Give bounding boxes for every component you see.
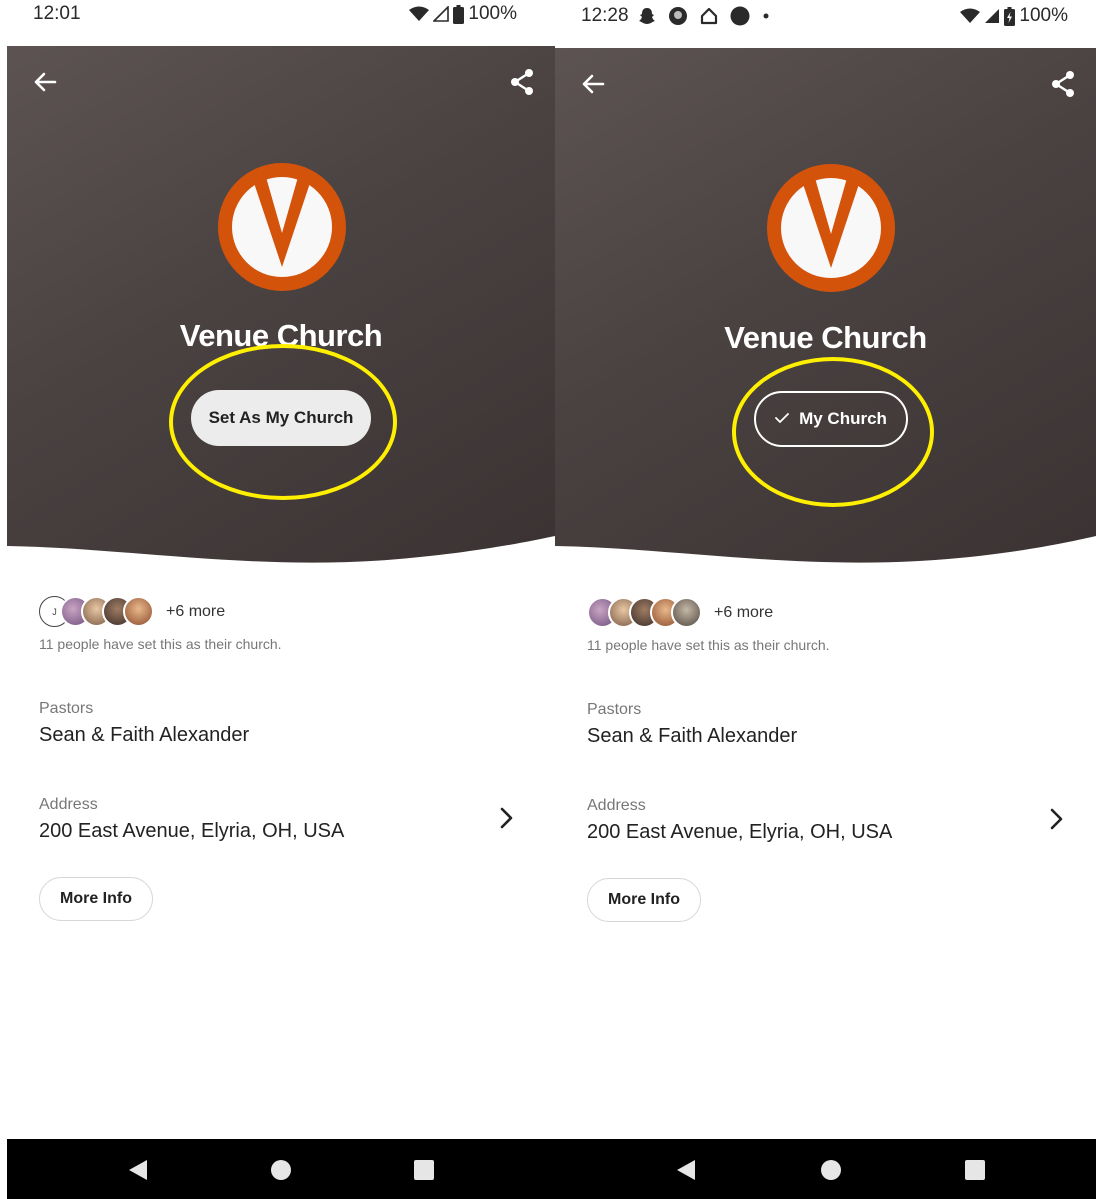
status-bar: 12:01 100% [7,0,555,46]
church-name: Venue Church [724,320,927,355]
status-bar: 12:28 100% [555,0,1096,48]
nav-back-icon[interactable] [675,1159,697,1181]
chevron-right-icon[interactable] [1047,806,1067,832]
battery-percent: 100% [468,3,517,24]
nav-back-icon[interactable] [127,1159,149,1181]
nav-recents-icon[interactable] [413,1159,435,1181]
members-row[interactable]: +6 more [587,597,773,628]
address-label: Address [587,797,646,814]
members-caption: 11 people have set this as their church. [39,636,282,652]
back-arrow-icon[interactable] [579,70,607,98]
wifi-icon [960,8,981,24]
notification-icons [638,6,770,26]
avatar-stack [587,597,702,628]
checkmark-icon [775,409,789,429]
pastors-value: Sean & Faith Alexander [587,725,798,747]
pastors-label: Pastors [39,700,94,717]
status-time: 12:01 [33,3,81,24]
more-info-button[interactable]: More Info [39,877,153,921]
address-value[interactable]: 200 East Avenue, Elyria, OH, USA [39,820,344,843]
chevron-right-icon[interactable] [497,805,517,831]
header-wave [7,536,555,566]
church-header: Venue Church Set As My Church [7,46,555,566]
my-church-label: My Church [799,409,887,428]
more-info-button[interactable]: More Info [587,878,701,922]
church-logo [767,164,895,292]
signal-icon [433,6,450,22]
address-value[interactable]: 200 East Avenue, Elyria, OH, USA [587,821,892,844]
avatar-stack: J [39,596,154,627]
app-notification-icon [668,6,688,26]
nav-home-icon[interactable] [270,1159,292,1181]
nav-home-icon[interactable] [820,1159,842,1181]
set-as-my-church-button[interactable]: Set As My Church [191,390,371,446]
members-row[interactable]: J +6 more [39,596,225,627]
more-members-count: +6 more [166,602,226,620]
snapchat-icon [638,7,656,25]
battery-percent: 100% [1019,5,1068,26]
status-icons: 100% [409,3,517,25]
screen-after: 12:28 100% Venue Church My Church +6 mor… [555,0,1096,1199]
home-notification-icon [700,7,718,25]
pastors-value: Sean & Faith Alexander [39,724,250,746]
members-caption: 11 people have set this as their church. [587,637,830,653]
screen-before: 12:01 100% Venue Church Set As My Church… [7,0,555,1199]
church-logo [218,163,346,291]
system-nav-bar [7,1139,555,1199]
wifi-icon [409,6,430,22]
church-header: Venue Church My Church [555,48,1096,566]
circle-notification-icon [730,6,750,26]
address-label: Address [39,796,98,813]
share-icon[interactable] [509,68,535,96]
my-church-button[interactable]: My Church [754,391,908,447]
avatar [123,596,154,627]
more-notifications-dot-icon [762,12,770,20]
system-nav-bar [555,1139,1096,1199]
status-icons: 100% [960,5,1068,27]
more-members-count: +6 more [714,603,774,621]
back-arrow-icon[interactable] [31,68,59,96]
nav-recents-icon[interactable] [964,1159,986,1181]
pastors-label: Pastors [587,701,642,718]
avatar [671,597,702,628]
status-time: 12:28 [581,5,629,26]
header-wave [555,536,1096,566]
church-name: Venue Church [179,318,383,353]
signal-icon [984,8,1000,24]
battery-icon [453,4,465,24]
battery-charging-icon [1004,6,1016,26]
share-icon[interactable] [1050,70,1076,98]
